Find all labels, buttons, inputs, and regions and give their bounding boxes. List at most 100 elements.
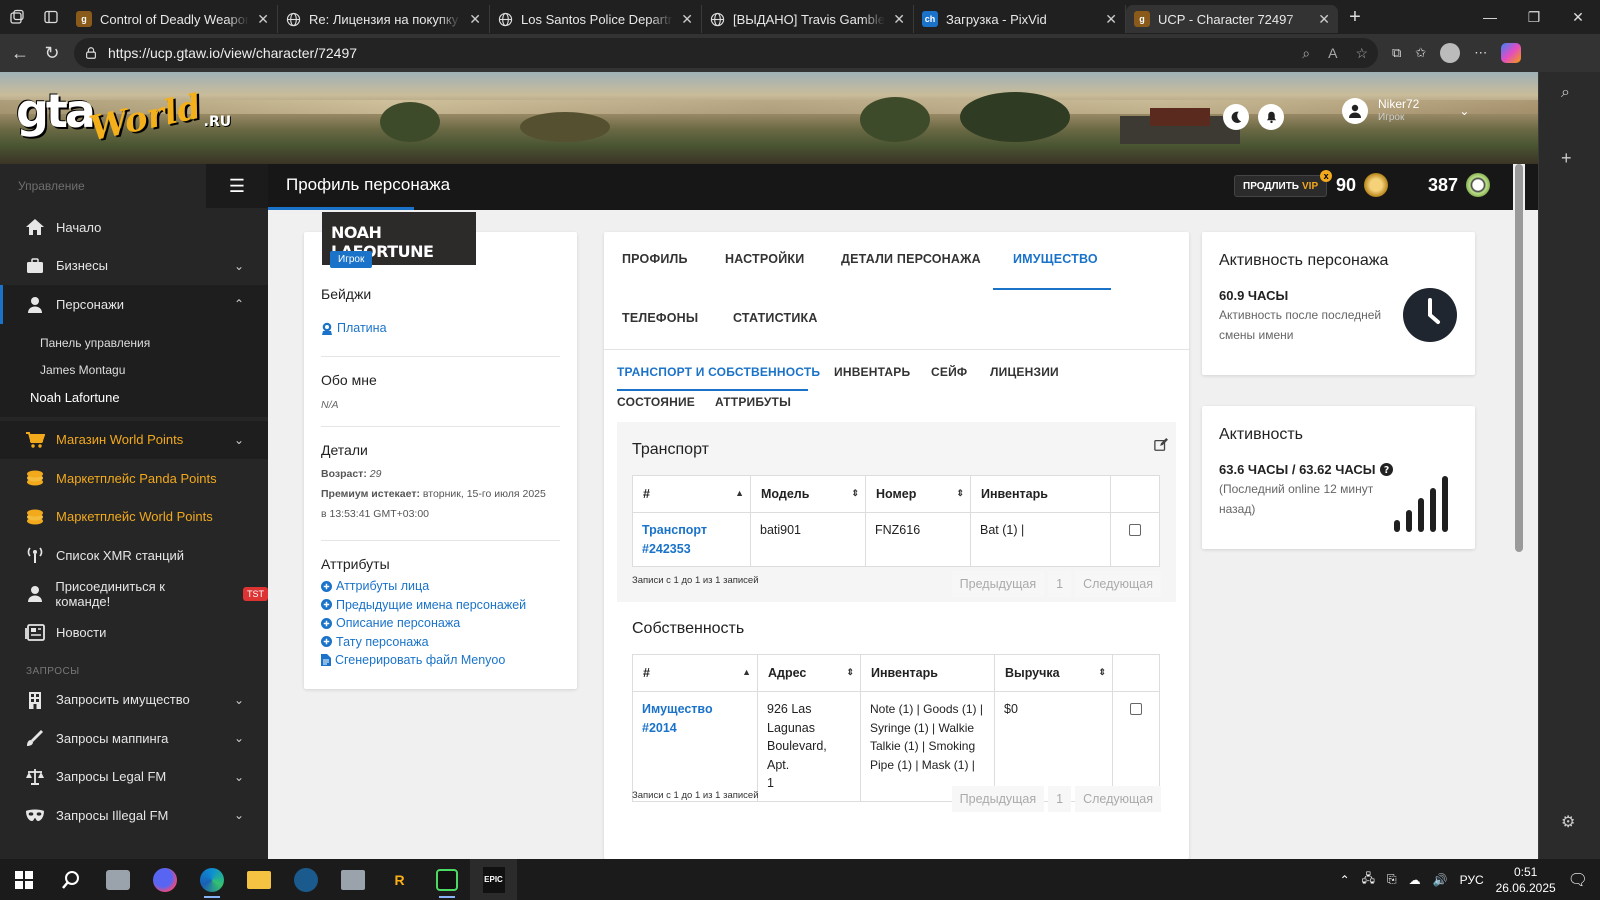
usb-icon[interactable]: ⎘ (1387, 872, 1397, 887)
profile-icon[interactable] (1440, 43, 1461, 63)
column-header-id[interactable]: # ▲ (632, 654, 758, 692)
browser-tab[interactable]: ch Загрузка - PixVid ✕ (914, 5, 1126, 33)
sidebar-item-panda-market[interactable]: Маркетплейс Panda Points (0, 459, 268, 498)
new-tab-button[interactable]: + (1338, 6, 1372, 29)
search-icon[interactable] (47, 859, 94, 900)
tab-phones[interactable]: ТЕЛЕФОНЫ (622, 311, 698, 325)
page-scrollbar[interactable] (1513, 164, 1525, 859)
read-aloud-icon[interactable]: A (1328, 45, 1337, 62)
keyboard-language[interactable]: РУС (1460, 873, 1484, 887)
dark-mode-moon-icon[interactable] (1223, 104, 1249, 130)
generate-menyoo-link[interactable]: Сгенерировать файл Menyoo (321, 652, 526, 669)
close-icon[interactable]: ✕ (257, 11, 269, 28)
subtab-inventory[interactable]: ИНВЕНТАРЬ (834, 365, 910, 379)
sidebar-item-legal-fm[interactable]: Запросы Legal FM ⌄ (0, 758, 268, 797)
maximize-icon[interactable]: ❐ (1512, 9, 1556, 26)
edit-icon[interactable] (1154, 438, 1168, 452)
sidebar-item-mapping-requests[interactable]: Запросы маппинга ⌄ (0, 719, 268, 758)
column-header-id[interactable]: # ▲ (632, 475, 751, 513)
close-icon[interactable]: ✕ (681, 11, 693, 28)
subtab-safe[interactable]: СЕЙФ (931, 365, 967, 379)
sidebar-item-request-property[interactable]: Запросить имущество ⌄ (0, 681, 268, 720)
game-app-icon[interactable] (423, 859, 470, 900)
column-header-plate[interactable]: Номер ⇕ (865, 475, 971, 513)
discord-app-icon[interactable] (141, 859, 188, 900)
column-header-address[interactable]: Адрес ⇕ (757, 654, 861, 692)
browser-tab[interactable]: [ВЫДАНО] Travis Gamble [PF ✕ (702, 5, 914, 33)
extend-vip-button[interactable]: ПРОДЛИТЬ VIP x (1234, 170, 1333, 197)
page-number-button[interactable]: 1 (1048, 786, 1072, 812)
sidebar-item-world-market[interactable]: Маркетплейс World Points (0, 498, 268, 537)
more-icon[interactable]: ⋯ (1474, 45, 1487, 61)
subtab-state[interactable]: СОСТОЯНИЕ (617, 395, 695, 409)
network-icon[interactable]: 🖧 (1362, 869, 1375, 890)
attribute-link-description[interactable]: Описание персонажа (321, 615, 526, 632)
badge-platinum[interactable]: Платина (321, 321, 387, 335)
workspaces-icon[interactable] (0, 0, 34, 34)
sidebar-item-illegal-fm[interactable]: Запросы Illegal FM ⌄ (0, 796, 268, 835)
gta-world-logo[interactable]: gta World .RU (16, 84, 231, 149)
close-icon[interactable]: ✕ (1318, 11, 1330, 28)
settings-gear-icon[interactable]: ⚙ (1561, 812, 1575, 832)
tab-profile[interactable]: ПРОФИЛЬ (622, 252, 688, 266)
windows-start-icon[interactable] (0, 859, 47, 900)
volume-icon[interactable]: 🔊 (1433, 873, 1448, 887)
subtab-attributes[interactable]: АТТРИБУТЫ (715, 395, 791, 409)
sidebar-item-home[interactable]: Начало (0, 208, 268, 247)
sidebar-subitem-character[interactable]: James Montagu (0, 356, 268, 384)
notifications-bell-icon[interactable] (1258, 104, 1284, 130)
prev-page-button[interactable]: Предыдущая (951, 571, 1045, 597)
close-icon[interactable]: ✕ (893, 11, 905, 28)
file-explorer-app-icon[interactable] (235, 859, 282, 900)
attribute-link-tattoos[interactable]: Тату персонажа (321, 634, 526, 651)
menu-toggle-icon[interactable]: ☰ (206, 164, 268, 208)
search-icon[interactable]: ⌕ (1561, 84, 1570, 102)
file-manager-app-icon[interactable] (94, 859, 141, 900)
rockstar-app-icon[interactable]: R (376, 859, 423, 900)
browser-tab-active[interactable]: g UCP - Character 72497 ✕ (1126, 5, 1338, 33)
copilot-icon[interactable] (1501, 43, 1522, 63)
sidebar-subitem-dashboard[interactable]: Панель управления (0, 329, 268, 357)
browser-tab[interactable]: Re: Лицензия на покупку ог ✕ (278, 5, 490, 33)
column-header-model[interactable]: Модель ⇕ (750, 475, 866, 513)
back-icon[interactable]: ← (4, 37, 36, 69)
question-circle-icon[interactable]: ? (1379, 463, 1393, 476)
minimize-icon[interactable]: — (1468, 9, 1512, 26)
zoom-icon[interactable]: ⌕ (1302, 45, 1310, 62)
next-page-button[interactable]: Следующая (1075, 571, 1161, 597)
reload-icon[interactable]: ↻ (36, 37, 68, 69)
property-link[interactable]: Имущество #2014 (642, 702, 713, 735)
sidebar-item-join-team[interactable]: Присоединиться к команде! TST (0, 575, 268, 614)
browser-tab[interactable]: g Control of Deadly Weapons - ✕ (68, 5, 278, 33)
sidebar-subitem-character-current[interactable]: Noah Lafortune (0, 383, 268, 411)
epic-games-app-icon[interactable]: EPIC (470, 859, 517, 900)
chevron-up-icon[interactable]: ⌃ (1340, 873, 1350, 887)
favorite-star-icon[interactable]: ☆ (1355, 45, 1368, 62)
next-page-button[interactable]: Следующая (1075, 786, 1161, 812)
notifications-icon[interactable]: 🗨 (1568, 870, 1588, 890)
terminal-app-icon[interactable] (329, 859, 376, 900)
close-icon[interactable]: ✕ (469, 11, 481, 28)
vehicle-link[interactable]: Транспорт #242353 (642, 523, 707, 556)
close-icon[interactable]: ✕ (1105, 11, 1117, 28)
sidebar-item-businesses[interactable]: Бизнесы ⌄ (0, 247, 268, 286)
row-checkbox[interactable] (1130, 703, 1142, 715)
subtab-vehicles-property[interactable]: ТРАНСПОРТ И СОБСТВЕННОСТЬ (617, 365, 820, 379)
page-number-button[interactable]: 1 (1048, 571, 1072, 597)
close-window-icon[interactable]: ✕ (1556, 9, 1600, 26)
user-menu[interactable]: Niker72 Игрок ⌄ (1342, 98, 1469, 124)
add-icon[interactable]: + (1561, 148, 1572, 169)
browser-tab[interactable]: Los Santos Police Departmen ✕ (490, 5, 702, 33)
column-header-revenue[interactable]: Выручка ⇕ (994, 654, 1113, 692)
url-field[interactable]: https://ucp.gtaw.io/view/character/72497… (74, 38, 1378, 68)
prev-page-button[interactable]: Предыдущая (951, 786, 1045, 812)
tab-statistics[interactable]: СТАТИСТИКА (733, 311, 818, 325)
extensions-icon[interactable]: ⧉ (1392, 45, 1401, 61)
subtab-licenses[interactable]: ЛИЦЕНЗИИ (990, 365, 1059, 379)
tab-property[interactable]: ИМУЩЕСТВО (1013, 252, 1098, 266)
clock[interactable]: 0:51 26.06.2025 (1496, 864, 1556, 896)
sidebar-item-world-points-shop[interactable]: Магазин World Points ⌄ (0, 420, 268, 459)
tab-character-details[interactable]: ДЕТАЛИ ПЕРСОНАЖА (841, 252, 981, 266)
steam-app-icon[interactable] (282, 859, 329, 900)
sidebar-item-characters[interactable]: Персонажи ⌃ (0, 285, 268, 324)
